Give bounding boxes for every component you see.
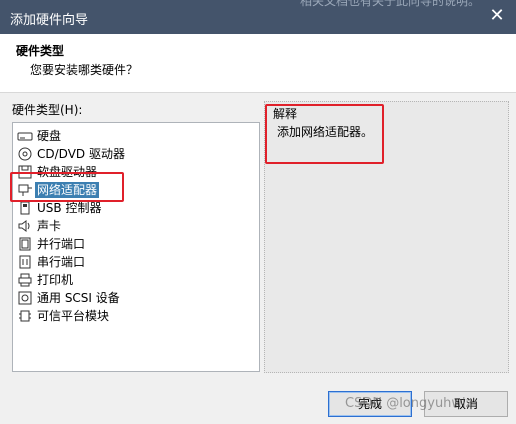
watermark: CSDN @longyuhwlz [345, 396, 473, 411]
list-item-serial-port[interactable]: 串行端口 [17, 253, 87, 270]
list-item-parallel-port[interactable]: 并行端口 [17, 235, 87, 252]
hardware-type-label: 硬件类型(H): [12, 103, 83, 117]
list-item-label: 并行端口 [37, 236, 86, 251]
tpm-icon [19, 310, 31, 321]
title-bar: 相关文档也有关于此向导的说明。 添加硬件向导 ✕ [0, 0, 516, 34]
close-icon[interactable]: ✕ [486, 5, 508, 27]
printer-icon [18, 273, 32, 286]
list-item-label: 串行端口 [37, 254, 86, 269]
background-window-fragment: 相关文档也有关于此向导的说明。 [300, 0, 481, 8]
list-item-label: 硬盘 [37, 128, 62, 143]
hardware-type-list[interactable]: 硬盘 CD/DVD 驱动器 软盘驱动器 网络适配器 USB 控制器 声卡 并行端… [12, 122, 260, 372]
annotation-highlight-network [10, 172, 124, 202]
cd-dvd-icon [18, 147, 32, 160]
annotation-highlight-explanation [265, 104, 384, 164]
wizard-header: 硬件类型 您要安装哪类硬件？ [0, 34, 516, 93]
list-item-label: 声卡 [37, 218, 62, 233]
list-item-label: 通用 SCSI 设备 [37, 290, 120, 305]
parallel-port-icon [19, 237, 31, 250]
list-item-label: 打印机 [37, 272, 74, 287]
list-item-printer[interactable]: 打印机 [17, 271, 75, 288]
list-item-scsi-device[interactable]: 通用 SCSI 设备 [17, 289, 122, 306]
list-item-sound-card[interactable]: 声卡 [17, 217, 63, 234]
list-item-label: CD/DVD 驱动器 [37, 146, 125, 161]
list-item-label: 可信平台模块 [37, 308, 110, 323]
list-item-tpm[interactable]: 可信平台模块 [17, 307, 111, 324]
window-title: 添加硬件向导 [10, 13, 89, 28]
page-subtitle: 您要安装哪类硬件？ [30, 63, 139, 77]
list-item-cd-dvd[interactable]: CD/DVD 驱动器 [17, 145, 127, 162]
speaker-icon [18, 219, 30, 232]
page-title: 硬件类型 [16, 44, 65, 58]
scsi-icon [18, 291, 32, 304]
hard-disk-icon [17, 132, 33, 140]
list-item-hard-disk[interactable]: 硬盘 [17, 127, 63, 144]
serial-port-icon [19, 255, 31, 268]
